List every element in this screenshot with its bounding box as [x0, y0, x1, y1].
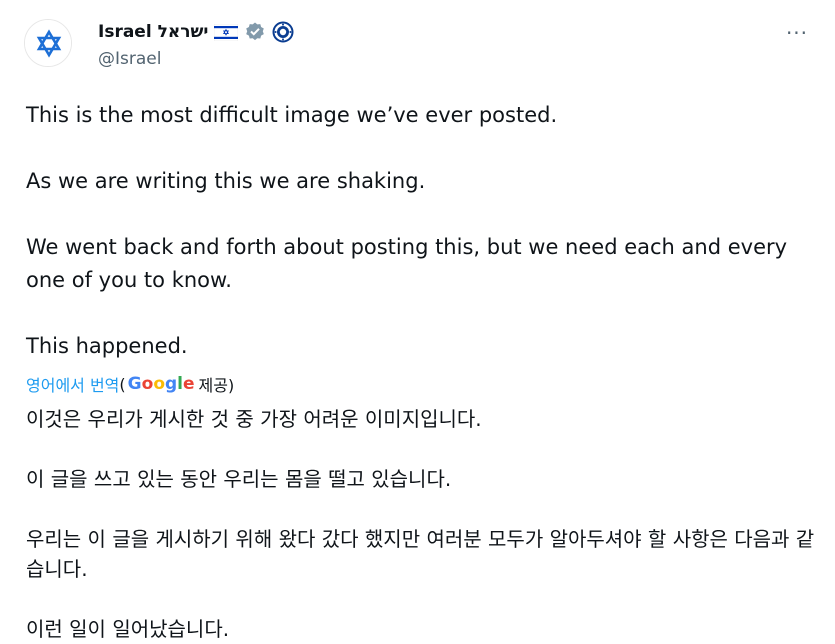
- post-paragraph-3: We went back and forth about posting thi…: [26, 235, 788, 292]
- post-paragraph-4: This happened.: [26, 334, 188, 358]
- israel-flag-icon: [214, 23, 239, 41]
- author-name-row[interactable]: Israel ישראל: [98, 20, 294, 44]
- translated-paragraph-2: 이 글을 쓰고 있는 동안 우리는 몸을 떨고 있습니다.: [26, 467, 452, 491]
- verified-badge-icon[interactable]: [244, 21, 266, 43]
- star-of-david-icon: [25, 20, 71, 66]
- tweet-header: Israel ישראל @Israel ···: [24, 14, 814, 80]
- author-handle[interactable]: @Israel: [98, 49, 294, 69]
- translated-paragraph-3: 우리는 이 글을 게시하기 위해 왔다 갔다 했지만 여러분 모두가 알아두셔야…: [26, 527, 815, 581]
- translated-paragraph-4: 이런 일이 일어났습니다.: [26, 617, 230, 641]
- google-logo: Google: [127, 374, 195, 394]
- translation-suffix: 제공): [198, 376, 235, 395]
- translated-text: 이것은 우리가 게시한 것 중 가장 어려운 이미지입니다. 이 글을 쓰고 있…: [26, 404, 816, 644]
- open-paren: (: [119, 374, 126, 394]
- translated-paragraph-1: 이것은 우리가 게시한 것 중 가장 어려운 이미지입니다.: [26, 407, 482, 431]
- author-names: Israel ישראל @Israel: [98, 20, 294, 69]
- post-paragraph-2: As we are writing this we are shaking.: [26, 169, 426, 193]
- avatar[interactable]: [24, 19, 72, 67]
- post-paragraph-1: This is the most difficult image we’ve e…: [26, 103, 558, 127]
- more-options-icon[interactable]: ···: [780, 23, 814, 48]
- government-seal-icon[interactable]: [272, 21, 294, 43]
- translated-from-link[interactable]: 영어에서 번역: [26, 372, 119, 396]
- display-name[interactable]: Israel ישראל: [98, 22, 208, 42]
- translation-attribution: 영어에서 번역 ( Google 제공): [26, 372, 234, 396]
- post-text: This is the most difficult image we’ve e…: [26, 99, 816, 363]
